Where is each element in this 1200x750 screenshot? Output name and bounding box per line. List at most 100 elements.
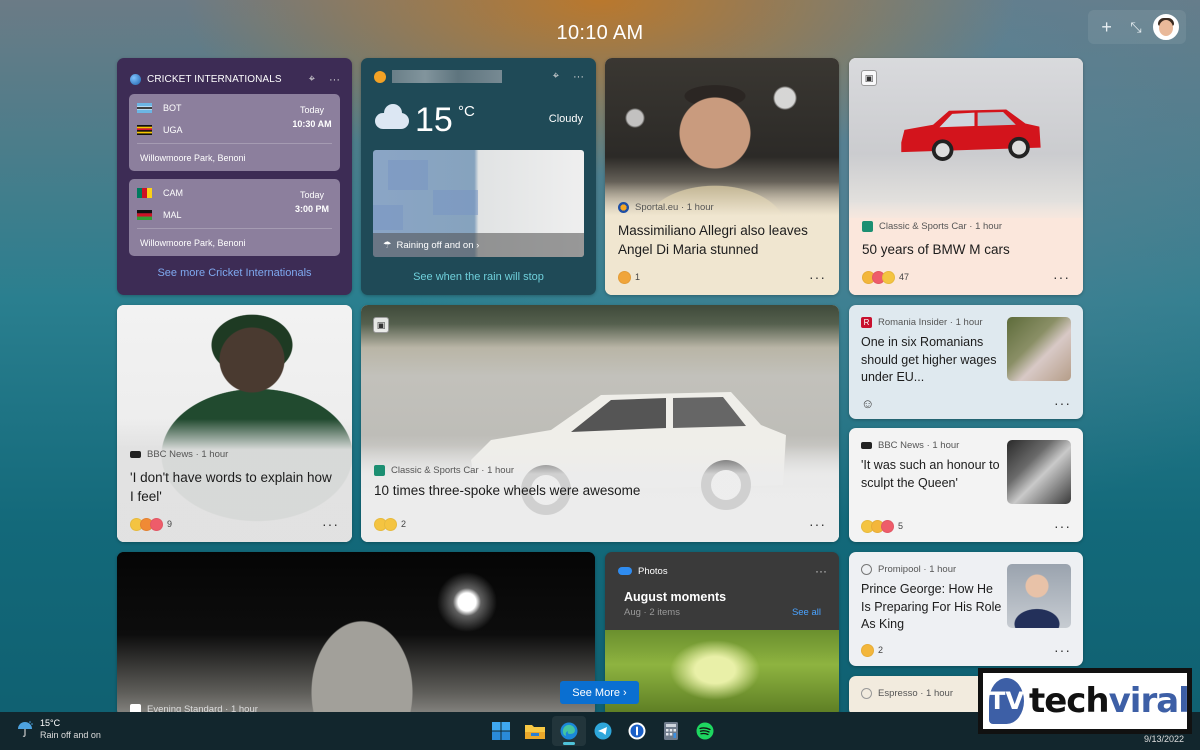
team-1: CAM (163, 188, 183, 198)
flag-cameroon-icon (137, 188, 152, 198)
news-card[interactable]: BBC News · 1 hour 'It was such an honour… (849, 428, 1083, 542)
watermark-text-a: tech (1028, 681, 1110, 721)
reactions[interactable]: 47 (862, 270, 910, 284)
article-image: ▣ (849, 58, 1083, 218)
bbc-logo-icon (130, 451, 141, 458)
start-button[interactable] (484, 716, 518, 746)
more-options-icon[interactable]: ··· (815, 564, 827, 578)
taskbar-weather[interactable]: 15°C Rain off and on (16, 718, 101, 740)
image-gallery-icon: ▣ (373, 317, 389, 333)
pin-icon[interactable]: ⌖ (309, 73, 315, 86)
angry-emoji-icon (618, 270, 631, 284)
article-headline[interactable]: 10 times three-spoke wheels were awesome (374, 481, 826, 500)
article-source: Sportal.eu · 1 hour (618, 202, 826, 213)
album-photo[interactable] (605, 630, 839, 717)
article-headline[interactable]: 50 years of BMW M cars (862, 240, 1070, 259)
more-options-icon[interactable]: ··· (322, 516, 339, 532)
more-options-icon[interactable]: ··· (1053, 269, 1070, 285)
team-1: BOT (163, 103, 182, 113)
team-row: UGA (137, 125, 183, 135)
news-card[interactable]: ▣ Classic & Sports Car · 1 hour 10 times… (361, 305, 839, 542)
collapse-arrows-icon[interactable]: ⤡ (1124, 19, 1148, 36)
flag-botswana-icon (137, 103, 152, 113)
promipool-logo-icon (861, 564, 872, 575)
add-reaction-icon[interactable]: ☺ (861, 396, 874, 411)
more-options-icon[interactable]: ··· (1054, 518, 1071, 534)
calculator-icon (664, 722, 678, 740)
reaction-count: 2 (401, 519, 407, 529)
cricket-globe-icon (130, 74, 141, 85)
photos-app-name: Photos (638, 565, 668, 577)
see-all-link[interactable]: See all (792, 607, 821, 618)
pin-icon[interactable]: ⌖ (553, 70, 559, 83)
team-2: MAL (163, 210, 182, 220)
match-card[interactable]: CAM MAL Today 3:00 PM Willowmoore Park, … (129, 179, 340, 256)
team-2: UGA (163, 125, 183, 135)
file-explorer-button[interactable] (518, 716, 552, 746)
article-headline[interactable]: Prince George: How He Is Preparing For H… (861, 581, 1003, 634)
reactions[interactable]: 9 (130, 517, 172, 531)
see-more-cricket-link[interactable]: See more Cricket Internationals (117, 267, 352, 279)
source-text: Espresso · 1 hour (878, 688, 953, 699)
match-time: Today 3:00 PM (288, 190, 336, 214)
more-options-icon[interactable]: ··· (1054, 642, 1071, 658)
edge-button[interactable] (552, 716, 586, 746)
reaction-count: 47 (899, 272, 910, 282)
rain-caption[interactable]: ☂ Raining off and on › (373, 233, 584, 257)
article-headline[interactable]: Massimiliano Allegri also leaves Angel D… (618, 221, 826, 259)
article-headline[interactable]: One in six Romanians should get higher w… (861, 334, 1003, 387)
more-options-icon[interactable]: ··· (329, 74, 340, 86)
reactions[interactable]: 2 (861, 643, 884, 657)
spotify-button[interactable] (688, 716, 722, 746)
cricket-title: CRICKET INTERNATIONALS (147, 74, 282, 85)
flag-malawi-icon (137, 210, 152, 220)
1password-button[interactable] (620, 716, 654, 746)
reaction-count: 1 (635, 272, 641, 282)
surprised-emoji-icon (882, 270, 895, 284)
edge-browser-icon (560, 722, 578, 740)
article-headline[interactable]: 'It was such an honour to sculpt the Que… (861, 457, 1003, 492)
classic-sports-car-logo-icon (862, 221, 873, 232)
more-options-icon[interactable]: ··· (809, 269, 826, 285)
spotify-icon (696, 722, 714, 740)
more-options-icon[interactable]: ··· (573, 71, 584, 83)
source-text: Romania Insider · 1 hour (878, 317, 983, 328)
more-options-icon[interactable]: ··· (1054, 395, 1071, 411)
rain-stop-link[interactable]: See when the rain will stop (361, 271, 596, 283)
article-thumbnail (1007, 317, 1071, 381)
team-row: CAM (137, 188, 183, 198)
plus-icon[interactable]: + (1095, 17, 1119, 38)
heart-icon (881, 519, 894, 533)
avatar[interactable] (1153, 14, 1180, 40)
article-headline[interactable]: 'I don't have words to explain how I fee… (130, 468, 339, 506)
reactions[interactable]: 2 (374, 517, 407, 531)
more-options-icon[interactable]: ··· (809, 516, 826, 532)
temperature-unit: °C (458, 103, 475, 120)
reaction-count: 2 (878, 645, 884, 655)
reactions[interactable]: 1 (618, 270, 641, 284)
news-card[interactable]: Evening Standard · 1 hour (117, 552, 595, 717)
calculator-button[interactable] (654, 716, 688, 746)
venue: Willowmoore Park, Benoni (140, 153, 246, 163)
news-card[interactable]: Sportal.eu · 1 hour Massimiliano Allegri… (605, 58, 839, 295)
news-card[interactable]: BBC News · 1 hour 'I don't have words to… (117, 305, 352, 542)
current-weather[interactable]: 15 °C Cloudy (361, 83, 596, 141)
map-caption-text: Raining off and on › (396, 239, 480, 251)
match-card[interactable]: BOT UGA Today 10:30 AM Willowmoore Park,… (129, 94, 340, 171)
article-source: Classic & Sports Car · 1 hour (862, 221, 1070, 232)
watermark-text: techviral (1028, 681, 1190, 721)
cricket-widget: CRICKET INTERNATIONALS ⌖ ··· BOT UGA Tod… (117, 58, 352, 295)
news-card[interactable]: ▣ Classic & Sports Car · 1 hour 50 years… (849, 58, 1083, 295)
weather-map[interactable]: ☂ Raining off and on › (373, 150, 584, 257)
image-gallery-icon: ▣ (861, 70, 877, 86)
news-card[interactable]: R Romania Insider · 1 hour One in six Ro… (849, 305, 1083, 419)
album[interactable]: August moments Aug · 2 items See all (605, 578, 839, 618)
reactions[interactable]: 5 (861, 519, 903, 533)
telegram-button[interactable] (586, 716, 620, 746)
news-card[interactable]: Promipool · 1 hour Prince George: How He… (849, 552, 1083, 666)
umbrella-icon: ☂ (383, 239, 392, 251)
see-more-button[interactable]: See More › (560, 681, 639, 704)
album-title: August moments (624, 590, 727, 604)
weather-app-icon (374, 70, 386, 83)
espresso-logo-icon (861, 688, 872, 699)
